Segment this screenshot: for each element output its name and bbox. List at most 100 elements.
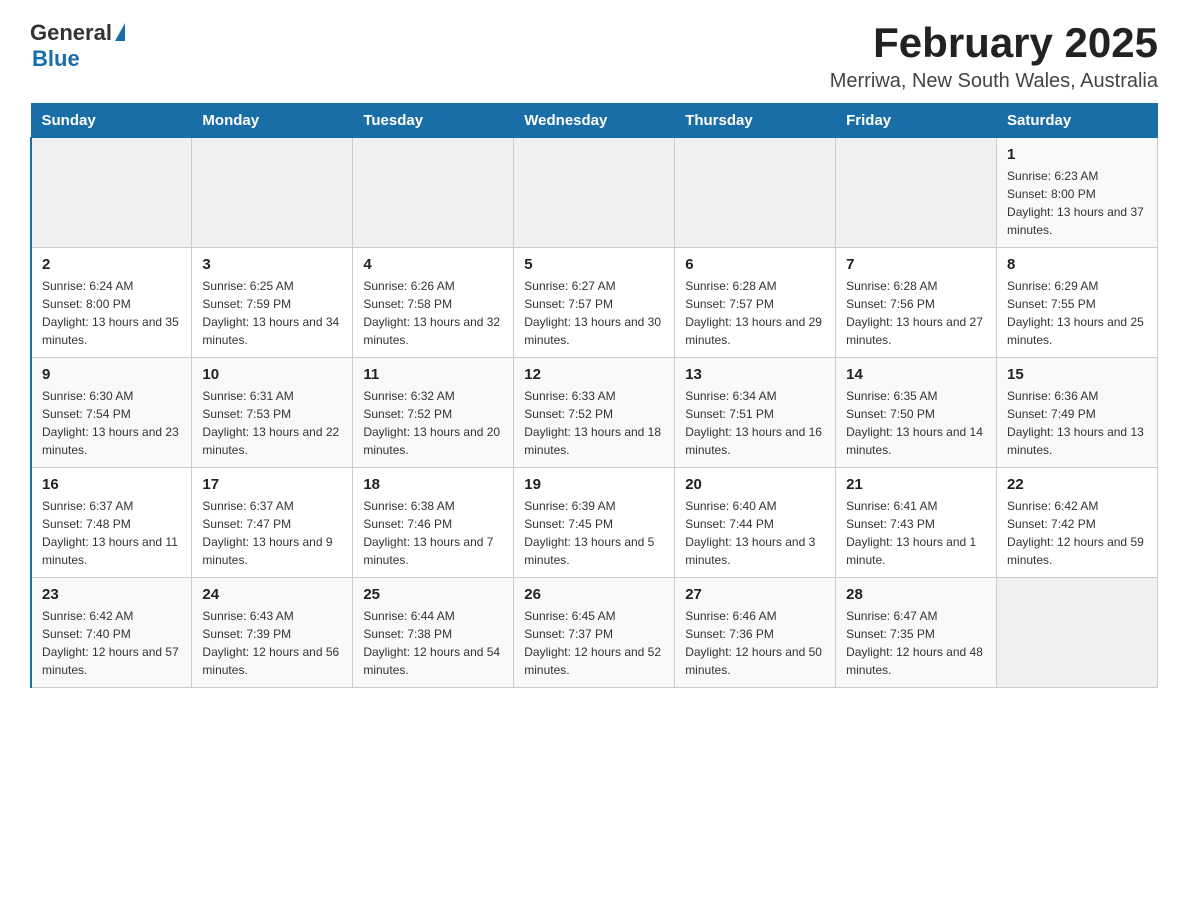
week-row-5: 23 Sunrise: 6:42 AMSunset: 7:40 PMDayligh… bbox=[31, 578, 1158, 688]
calendar-cell: 21 Sunrise: 6:41 AMSunset: 7:43 PMDayligh… bbox=[836, 468, 997, 578]
day-number: 3 bbox=[202, 256, 342, 273]
calendar-cell: 16 Sunrise: 6:37 AMSunset: 7:48 PMDayligh… bbox=[31, 468, 192, 578]
day-info: Sunrise: 6:38 AMSunset: 7:46 PMDaylight:… bbox=[363, 497, 503, 569]
day-header-friday: Friday bbox=[836, 104, 997, 138]
title-block: February 2025 Merriwa, New South Wales, … bbox=[830, 20, 1158, 93]
calendar-header: SundayMondayTuesdayWednesdayThursdayFrid… bbox=[31, 104, 1158, 138]
day-number: 27 bbox=[685, 586, 825, 603]
day-info: Sunrise: 6:24 AMSunset: 8:00 PMDaylight:… bbox=[42, 277, 181, 349]
day-number: 23 bbox=[42, 586, 181, 603]
logo-general-text: General bbox=[30, 20, 112, 46]
day-number: 9 bbox=[42, 366, 181, 383]
calendar-cell: 28 Sunrise: 6:47 AMSunset: 7:35 PMDayligh… bbox=[836, 578, 997, 688]
calendar-cell: 4 Sunrise: 6:26 AMSunset: 7:58 PMDaylight… bbox=[353, 248, 514, 358]
day-info: Sunrise: 6:23 AMSunset: 8:00 PMDaylight:… bbox=[1007, 167, 1147, 239]
calendar-cell: 5 Sunrise: 6:27 AMSunset: 7:57 PMDaylight… bbox=[514, 248, 675, 358]
week-row-3: 9 Sunrise: 6:30 AMSunset: 7:54 PMDaylight… bbox=[31, 358, 1158, 468]
calendar-cell bbox=[836, 138, 997, 248]
day-info: Sunrise: 6:26 AMSunset: 7:58 PMDaylight:… bbox=[363, 277, 503, 349]
day-info: Sunrise: 6:37 AMSunset: 7:47 PMDaylight:… bbox=[202, 497, 342, 569]
day-info: Sunrise: 6:31 AMSunset: 7:53 PMDaylight:… bbox=[202, 387, 342, 459]
day-info: Sunrise: 6:45 AMSunset: 7:37 PMDaylight:… bbox=[524, 607, 664, 679]
calendar-cell bbox=[514, 138, 675, 248]
week-row-4: 16 Sunrise: 6:37 AMSunset: 7:48 PMDayligh… bbox=[31, 468, 1158, 578]
day-number: 25 bbox=[363, 586, 503, 603]
calendar-cell: 24 Sunrise: 6:43 AMSunset: 7:39 PMDayligh… bbox=[192, 578, 353, 688]
calendar-cell: 13 Sunrise: 6:34 AMSunset: 7:51 PMDayligh… bbox=[675, 358, 836, 468]
day-info: Sunrise: 6:41 AMSunset: 7:43 PMDaylight:… bbox=[846, 497, 986, 569]
day-number: 21 bbox=[846, 476, 986, 493]
day-number: 1 bbox=[1007, 146, 1147, 163]
day-header-thursday: Thursday bbox=[675, 104, 836, 138]
day-number: 22 bbox=[1007, 476, 1147, 493]
day-number: 8 bbox=[1007, 256, 1147, 273]
day-info: Sunrise: 6:25 AMSunset: 7:59 PMDaylight:… bbox=[202, 277, 342, 349]
calendar-cell: 8 Sunrise: 6:29 AMSunset: 7:55 PMDaylight… bbox=[997, 248, 1158, 358]
calendar-cell: 11Sunrise: 6:32 AMSunset: 7:52 PMDayligh… bbox=[353, 358, 514, 468]
calendar-cell: 15 Sunrise: 6:36 AMSunset: 7:49 PMDayligh… bbox=[997, 358, 1158, 468]
calendar-cell: 14Sunrise: 6:35 AMSunset: 7:50 PMDayligh… bbox=[836, 358, 997, 468]
day-info: Sunrise: 6:42 AMSunset: 7:42 PMDaylight:… bbox=[1007, 497, 1147, 569]
day-info: Sunrise: 6:34 AMSunset: 7:51 PMDaylight:… bbox=[685, 387, 825, 459]
day-info: Sunrise: 6:32 AMSunset: 7:52 PMDaylight:… bbox=[363, 387, 503, 459]
day-info: Sunrise: 6:28 AMSunset: 7:56 PMDaylight:… bbox=[846, 277, 986, 349]
day-info: Sunrise: 6:39 AMSunset: 7:45 PMDaylight:… bbox=[524, 497, 664, 569]
day-info: Sunrise: 6:33 AMSunset: 7:52 PMDaylight:… bbox=[524, 387, 664, 459]
calendar-cell: 26 Sunrise: 6:45 AMSunset: 7:37 PMDayligh… bbox=[514, 578, 675, 688]
day-info: Sunrise: 6:30 AMSunset: 7:54 PMDaylight:… bbox=[42, 387, 181, 459]
calendar-cell: 9 Sunrise: 6:30 AMSunset: 7:54 PMDaylight… bbox=[31, 358, 192, 468]
day-number: 4 bbox=[363, 256, 503, 273]
day-info: Sunrise: 6:47 AMSunset: 7:35 PMDaylight:… bbox=[846, 607, 986, 679]
day-number: 7 bbox=[846, 256, 986, 273]
calendar-body: 1 Sunrise: 6:23 AMSunset: 8:00 PMDaylight… bbox=[31, 138, 1158, 688]
day-number: 26 bbox=[524, 586, 664, 603]
calendar-cell: 3 Sunrise: 6:25 AMSunset: 7:59 PMDaylight… bbox=[192, 248, 353, 358]
day-number: 15 bbox=[1007, 366, 1147, 383]
day-info: Sunrise: 6:29 AMSunset: 7:55 PMDaylight:… bbox=[1007, 277, 1147, 349]
day-info: Sunrise: 6:28 AMSunset: 7:57 PMDaylight:… bbox=[685, 277, 825, 349]
day-number: 24 bbox=[202, 586, 342, 603]
day-info: Sunrise: 6:40 AMSunset: 7:44 PMDaylight:… bbox=[685, 497, 825, 569]
calendar-cell: 19 Sunrise: 6:39 AMSunset: 7:45 PMDayligh… bbox=[514, 468, 675, 578]
calendar-cell: 2 Sunrise: 6:24 AMSunset: 8:00 PMDaylight… bbox=[31, 248, 192, 358]
calendar-cell: 17 Sunrise: 6:37 AMSunset: 7:47 PMDayligh… bbox=[192, 468, 353, 578]
page-subtitle: Merriwa, New South Wales, Australia bbox=[830, 70, 1158, 93]
calendar-cell: 20 Sunrise: 6:40 AMSunset: 7:44 PMDayligh… bbox=[675, 468, 836, 578]
day-number: 20 bbox=[685, 476, 825, 493]
week-row-1: 1 Sunrise: 6:23 AMSunset: 8:00 PMDaylight… bbox=[31, 138, 1158, 248]
day-number: 10 bbox=[202, 366, 342, 383]
day-info: Sunrise: 6:42 AMSunset: 7:40 PMDaylight:… bbox=[42, 607, 181, 679]
day-number: 16 bbox=[42, 476, 181, 493]
calendar-table: SundayMondayTuesdayWednesdayThursdayFrid… bbox=[30, 103, 1158, 688]
header-row: SundayMondayTuesdayWednesdayThursdayFrid… bbox=[31, 104, 1158, 138]
calendar-cell: 12Sunrise: 6:33 AMSunset: 7:52 PMDayligh… bbox=[514, 358, 675, 468]
calendar-cell: 22 Sunrise: 6:42 AMSunset: 7:42 PMDayligh… bbox=[997, 468, 1158, 578]
day-number: 17 bbox=[202, 476, 342, 493]
calendar-cell: 6 Sunrise: 6:28 AMSunset: 7:57 PMDaylight… bbox=[675, 248, 836, 358]
day-info: Sunrise: 6:44 AMSunset: 7:38 PMDaylight:… bbox=[363, 607, 503, 679]
day-number: 5 bbox=[524, 256, 664, 273]
day-number: 13 bbox=[685, 366, 825, 383]
calendar-cell: 27Sunrise: 6:46 AMSunset: 7:36 PMDayligh… bbox=[675, 578, 836, 688]
day-number: 19 bbox=[524, 476, 664, 493]
calendar-cell: 18 Sunrise: 6:38 AMSunset: 7:46 PMDayligh… bbox=[353, 468, 514, 578]
calendar-cell bbox=[192, 138, 353, 248]
calendar-cell: 25 Sunrise: 6:44 AMSunset: 7:38 PMDayligh… bbox=[353, 578, 514, 688]
calendar-cell bbox=[353, 138, 514, 248]
day-info: Sunrise: 6:37 AMSunset: 7:48 PMDaylight:… bbox=[42, 497, 181, 569]
day-info: Sunrise: 6:27 AMSunset: 7:57 PMDaylight:… bbox=[524, 277, 664, 349]
calendar-cell bbox=[31, 138, 192, 248]
day-number: 28 bbox=[846, 586, 986, 603]
day-number: 18 bbox=[363, 476, 503, 493]
calendar-cell: 10 Sunrise: 6:31 AMSunset: 7:53 PMDayligh… bbox=[192, 358, 353, 468]
day-info: Sunrise: 6:36 AMSunset: 7:49 PMDaylight:… bbox=[1007, 387, 1147, 459]
day-number: 2 bbox=[42, 256, 181, 273]
calendar-cell bbox=[675, 138, 836, 248]
day-info: Sunrise: 6:43 AMSunset: 7:39 PMDaylight:… bbox=[202, 607, 342, 679]
day-number: 6 bbox=[685, 256, 825, 273]
logo: General Blue bbox=[30, 20, 125, 72]
day-number: 14 bbox=[846, 366, 986, 383]
day-header-sunday: Sunday bbox=[31, 104, 192, 138]
day-header-monday: Monday bbox=[192, 104, 353, 138]
calendar-cell: 23 Sunrise: 6:42 AMSunset: 7:40 PMDayligh… bbox=[31, 578, 192, 688]
